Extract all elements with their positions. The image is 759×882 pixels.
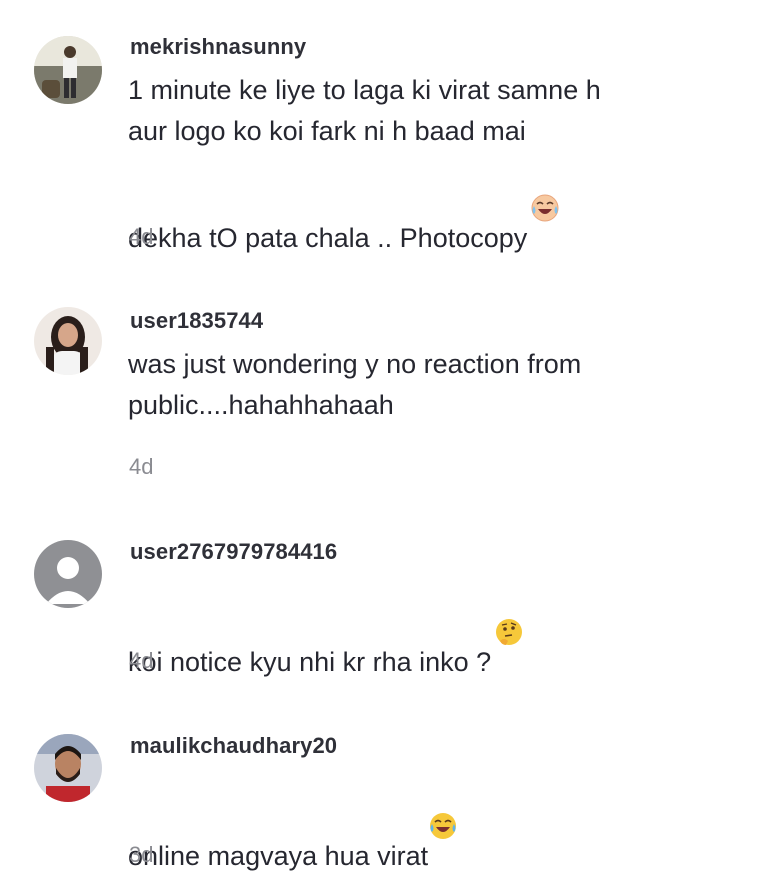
comment-timestamp: 4d (129, 648, 154, 673)
comment-timestamp: 4d (129, 224, 154, 249)
avatar-photo-icon (34, 734, 102, 802)
comment-text: koi notice kyu nhi kr rha inko ? (128, 576, 708, 683)
face-with-tears-of-joy-icon (428, 770, 458, 839)
comment-text-body: online magvaya hua virat (128, 841, 429, 871)
comment-text: 1 minute ke liye to laga ki virat samne … (128, 70, 708, 259)
user-avatar[interactable] (34, 540, 102, 608)
face-with-tears-of-joy-icon (530, 152, 560, 222)
avatar-photo-icon (34, 307, 102, 375)
comment-text: was just wondering y no reaction from pu… (128, 344, 708, 426)
user-avatar[interactable] (34, 307, 102, 375)
comment-timestamp: 3d (129, 842, 154, 867)
comment-username[interactable]: mekrishnasunny (130, 34, 306, 60)
comment-text-body: koi notice kyu nhi kr rha inko ? (128, 647, 492, 677)
comment-text-body: was just wondering y no reaction from pu… (128, 349, 582, 420)
thinking-face-icon (494, 576, 524, 645)
default-avatar-icon (34, 540, 102, 608)
comment-text: online magvaya hua virat (128, 770, 708, 877)
comment-username[interactable]: user1835744 (130, 308, 263, 334)
comment-username[interactable]: user2767979784416 (130, 539, 337, 565)
user-avatar[interactable] (34, 734, 102, 802)
avatar-photo-icon (34, 36, 102, 104)
user-avatar[interactable] (34, 36, 102, 104)
comment-timestamp: 4d (129, 454, 154, 479)
comment-username[interactable]: maulikchaudhary20 (130, 733, 337, 759)
